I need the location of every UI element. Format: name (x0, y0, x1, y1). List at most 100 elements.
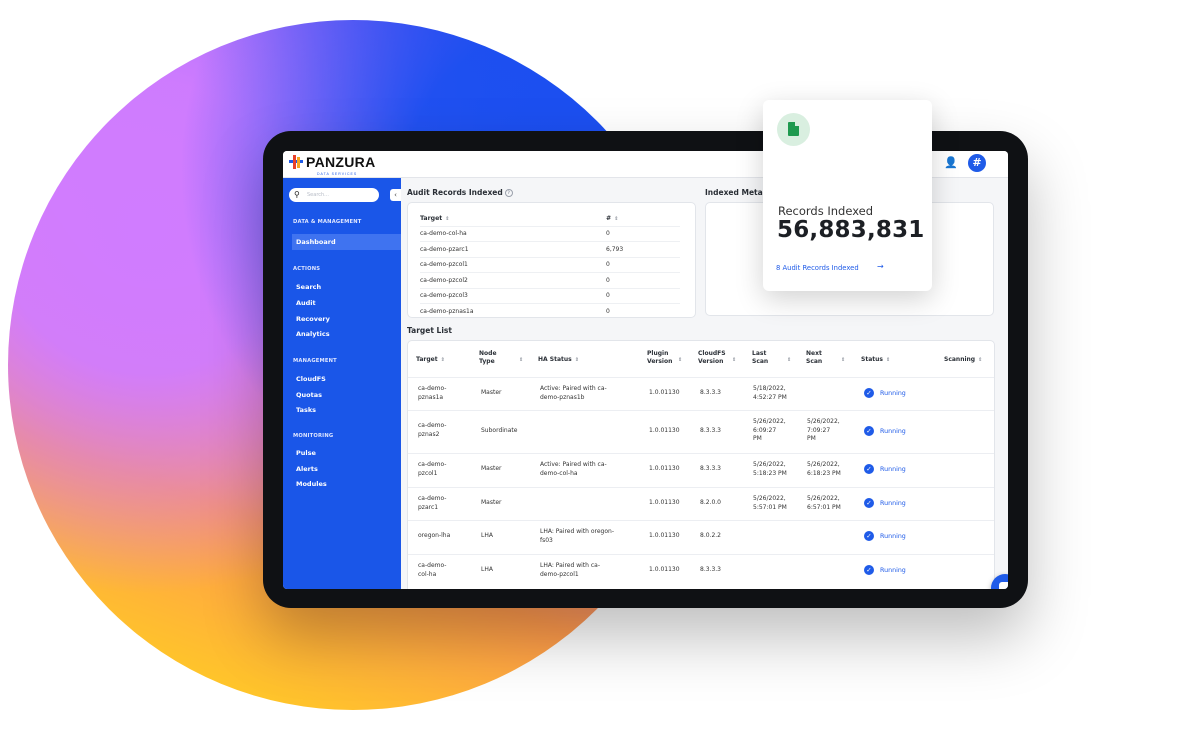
sidebar-item-search[interactable]: Search (296, 283, 321, 291)
cell-last-line: 5/26/2022, (753, 418, 786, 425)
cell-node-type: Subordinate (481, 427, 518, 434)
chat-icon (999, 582, 1008, 589)
audit-cell-count: 0 (606, 261, 610, 269)
cell-cloudfs-version: 8.3.3.3 (700, 465, 721, 472)
cell-cloudfs-version: 8.3.3.3 (700, 427, 721, 434)
table-row: ca-demo-pzcol1 0 (420, 258, 680, 273)
check-circle-icon: ✓ (864, 464, 874, 474)
sidebar-item-alerts[interactable]: Alerts (296, 465, 318, 473)
cell-target-line: ca-demo- (418, 461, 447, 468)
audit-cell-target: ca-demo-pznas1a (420, 307, 474, 315)
audit-col-count[interactable]: # ⇕ (606, 215, 618, 222)
sort-icon[interactable]: ⇕ (838, 356, 845, 364)
col-node-type-label-1: Node (479, 350, 497, 357)
sidebar-item-audit[interactable]: Audit (296, 299, 316, 307)
col-plugin-version[interactable]: Plugin Version (647, 350, 672, 366)
audit-col-target[interactable]: Target ⇕ (420, 215, 606, 222)
col-plugin-label-1: Plugin (647, 350, 669, 357)
table-row[interactable]: ca-demo-col-ha LHA LHA: Paired with ca-d… (408, 554, 994, 589)
cell-target: ca-demo-pznas1a (418, 385, 446, 402)
cell-node-type: LHA (481, 566, 493, 573)
search-input[interactable]: ⚲ Search... (289, 188, 379, 202)
col-last-label-1: Last (752, 350, 767, 357)
status-text: Running (880, 499, 906, 507)
col-scanning-label: Scanning (944, 356, 976, 363)
cell-ha-line: Active: Paired with ca- (540, 385, 607, 392)
user-settings-icon[interactable]: 👤 (944, 156, 958, 170)
cell-plugin-version: 1.0.01130 (649, 499, 680, 506)
audit-records-link[interactable]: 8 Audit Records Indexed (776, 264, 859, 272)
cell-target-line: oregon-lha (418, 532, 451, 539)
col-scanning[interactable]: Scanning ⇕ (944, 356, 982, 364)
col-plugin-label-2: Version (647, 358, 673, 365)
cell-target-line: ca-demo- (418, 562, 447, 569)
cell-ha-line: Active: Paired with ca- (540, 461, 607, 468)
cell-last-scan: 5/26/2022, 5:57:01 PM (753, 495, 787, 512)
cell-cloudfs-version: 8.2.0.0 (700, 499, 721, 506)
sort-icon[interactable]: ⇕ (784, 356, 791, 364)
sidebar-item-recovery[interactable]: Recovery (296, 315, 330, 323)
arrow-right-icon[interactable]: → (877, 262, 884, 271)
sidebar-item-quotas[interactable]: Quotas (296, 391, 322, 399)
col-node-type[interactable]: Node Type (479, 350, 497, 366)
sidebar-section-actions: ACTIONS (293, 266, 321, 272)
sort-icon[interactable]: ⇕ (729, 356, 736, 364)
top-icons: 👤 # (944, 154, 986, 172)
table-row[interactable]: oregon-lha LHA LHA: Paired with oregon-f… (408, 520, 994, 555)
col-next-scan[interactable]: Next Scan (806, 350, 822, 366)
status-badge: ✓ Running (864, 388, 906, 398)
audit-cell-target: ca-demo-col-ha (420, 230, 467, 238)
check-circle-icon: ✓ (864, 388, 874, 398)
audit-records-table: Target ⇕ # ⇕ ca-demo-col-ha 0 ca-demo-pzarc… (420, 211, 680, 317)
sidebar-item-modules[interactable]: Modules (296, 480, 327, 488)
records-indexed-value: 56,883,831 (777, 217, 925, 243)
table-row[interactable]: ca-demo-pznas2 Subordinate 1.0.01130 8.3… (408, 410, 994, 454)
sidebar-item-cloudfs[interactable]: CloudFS (296, 375, 326, 383)
col-target[interactable]: Target ⇕ (416, 356, 445, 364)
cell-plugin-version: 1.0.01130 (649, 566, 680, 573)
status-badge: ✓ Running (864, 498, 906, 508)
sidebar-item-analytics[interactable]: Analytics (296, 330, 330, 338)
sort-icon[interactable]: ⇕ (516, 356, 523, 364)
cell-node-type: Master (481, 499, 502, 506)
table-row[interactable]: ca-demo-pzarc1 Master 1.0.01130 8.2.0.0 … (408, 487, 994, 521)
cell-node-type: Master (481, 389, 502, 396)
table-row[interactable]: ca-demo-pznas1a Master Active: Paired wi… (408, 377, 994, 411)
cell-plugin-version: 1.0.01130 (649, 465, 680, 472)
check-circle-icon: ✓ (864, 531, 874, 541)
info-icon[interactable]: ? (504, 189, 513, 197)
audit-cell-target: ca-demo-pzcol3 (420, 292, 468, 300)
logo-mark-icon (289, 155, 303, 169)
col-last-scan[interactable]: Last Scan (752, 350, 768, 366)
check-circle-icon: ✓ (864, 565, 874, 575)
sidebar-item-dashboard[interactable]: Dashboard (296, 238, 336, 246)
cell-last-line: PM (753, 435, 762, 442)
cell-ha-status: Active: Paired with ca-demo-pznas1b (540, 385, 607, 402)
cell-last-scan: 5/26/2022, 6:09:27 PM (753, 418, 786, 444)
cell-next-line: 5/26/2022, (807, 495, 840, 502)
cell-next-scan: 5/26/2022, 6:18:23 PM (807, 461, 841, 478)
cell-next-line: 7:09:27 (807, 426, 831, 434)
col-status[interactable]: Status ⇕ (861, 356, 890, 364)
cell-plugin-version: 1.0.01130 (649, 389, 680, 396)
sort-icon[interactable]: ⇕ (675, 356, 682, 364)
col-next-label-2: Scan (806, 358, 823, 365)
sort-icon: ⇕ (978, 357, 983, 363)
cell-ha-status: LHA: Paired with ca-demo-pzcol1 (540, 562, 600, 579)
sidebar-item-tasks[interactable]: Tasks (296, 406, 316, 414)
cell-target-line: col-ha (418, 570, 437, 578)
cell-target-line: pzcol1 (418, 469, 438, 477)
cell-last-scan: 5/26/2022, 5:18:23 PM (753, 461, 787, 478)
col-ha-status[interactable]: HA Status ⇕ (538, 356, 579, 364)
sidebar-item-pulse[interactable]: Pulse (296, 449, 316, 457)
col-cloudfs-version[interactable]: CloudFS Version (698, 350, 726, 366)
collapse-sidebar-button[interactable]: ‹ (390, 189, 401, 201)
check-circle-icon: ✓ (864, 426, 874, 436)
cell-last-line: 6:09:27 (753, 426, 777, 434)
cell-next-line: 5/26/2022, (807, 418, 840, 425)
brand-menu-icon[interactable]: # (968, 154, 986, 172)
cell-target: ca-demo-pznas2 (418, 422, 446, 439)
table-row[interactable]: ca-demo-pzcol1 Master Active: Paired wit… (408, 453, 994, 488)
status-badge: ✓ Running (864, 565, 906, 575)
col-cloudfs-label-2: Version (698, 358, 724, 365)
